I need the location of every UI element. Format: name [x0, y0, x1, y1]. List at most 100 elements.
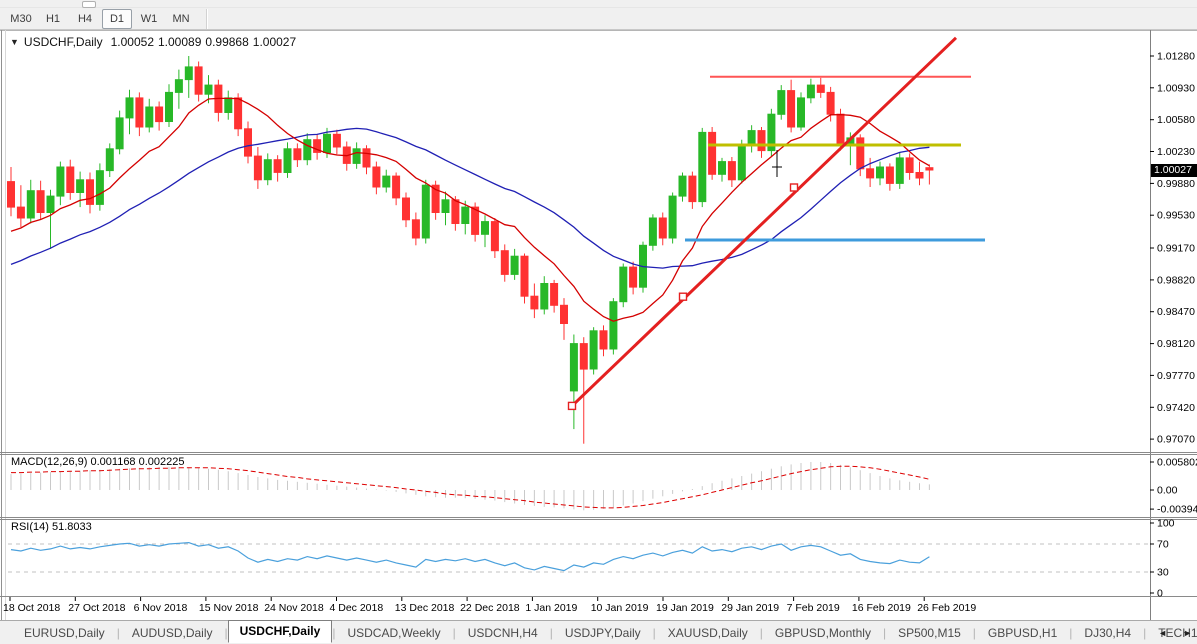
candle-body	[798, 98, 805, 127]
timeframe-button-mn[interactable]: MN	[166, 9, 196, 29]
price-axis-label: 0.99880	[1157, 178, 1195, 190]
candle-body	[96, 171, 103, 205]
chart-background	[0, 30, 1197, 620]
tab-scroll-left-icon[interactable]: ◄	[1158, 628, 1167, 638]
candle-body	[136, 98, 143, 127]
date-axis-label: 22 Dec 2018	[460, 602, 520, 614]
tab-usdchf-daily[interactable]: USDCHF,Daily	[228, 620, 333, 643]
date-axis-label: 1 Jan 2019	[525, 602, 577, 614]
candle-body	[393, 176, 400, 198]
candle-body	[926, 168, 933, 170]
candle-body	[264, 160, 271, 180]
candle-body	[679, 176, 686, 196]
toolbar-separator	[206, 9, 208, 29]
candle-body	[521, 256, 528, 296]
tab-eurusd-daily[interactable]: EURUSD,Daily	[12, 623, 117, 643]
timeframe-button-h1[interactable]: H1	[38, 9, 68, 29]
quote-high: 1.00089	[158, 35, 201, 49]
rsi-label: RSI(14) 51.8033	[11, 521, 92, 533]
timeframe-toolbar: M30H1H4D1W1MN	[0, 8, 1197, 30]
trendline-anchor[interactable]	[569, 402, 576, 409]
price-chart-canvas[interactable]: 1.012801.009301.005801.002300.998800.995…	[0, 0, 1197, 644]
candle-body	[531, 296, 538, 309]
candle-body	[738, 145, 745, 180]
tab-usdjpy-daily[interactable]: USDJPY,Daily	[553, 623, 653, 643]
date-axis-label: 26 Feb 2019	[917, 602, 976, 614]
candle-body	[156, 107, 163, 122]
candle-body	[659, 218, 666, 238]
candle-body	[896, 158, 903, 184]
symbol-dropdown-icon[interactable]: ▼	[10, 37, 19, 47]
date-axis-label: 19 Jan 2019	[656, 602, 714, 614]
date-axis-label: 27 Oct 2018	[68, 602, 125, 614]
tab-dj30-h4[interactable]: DJ30,H4	[1072, 623, 1143, 643]
timeframe-button-d1[interactable]: D1	[102, 9, 132, 29]
candle-body	[709, 132, 716, 174]
price-axis-label: 1.01280	[1157, 51, 1195, 63]
macd-label: MACD(12,26,9) 0.001168 0.002225	[11, 456, 185, 468]
tab-usdcad-weekly[interactable]: USDCAD,Weekly	[335, 623, 452, 643]
price-axis-label: 0.97770	[1157, 370, 1195, 382]
tab-gbpusd-h1[interactable]: GBPUSD,H1	[976, 623, 1069, 643]
candle-body	[837, 114, 844, 143]
candle-body	[689, 176, 696, 202]
tab-gbpusd-monthly[interactable]: GBPUSD,Monthly	[763, 623, 883, 643]
tab-xauusd-daily[interactable]: XAUUSD,Daily	[656, 623, 760, 643]
candle-body	[185, 67, 192, 80]
candle-body	[877, 167, 884, 178]
price-axis-label: 0.97070	[1157, 434, 1195, 446]
candle-body	[482, 222, 489, 235]
candle-body	[166, 92, 173, 121]
candle-body	[719, 162, 726, 175]
chart-tab-bar: EURUSD,Daily|AUDUSD,Daily|USDCHF,Daily|U…	[0, 620, 1197, 644]
candle-body	[57, 167, 64, 196]
price-axis-label: 1.00580	[1157, 114, 1195, 126]
timeframe-button-m30[interactable]: M30	[6, 9, 36, 29]
candle-body	[748, 131, 755, 146]
candle-body	[511, 256, 518, 274]
candle-body	[699, 132, 706, 201]
tab-usdcnh-h4[interactable]: USDCNH,H4	[456, 623, 550, 643]
timeframe-button-w1[interactable]: W1	[134, 9, 164, 29]
tab-scroll-arrows: ◄ ►	[1158, 628, 1192, 638]
tab-scroll-right-icon[interactable]: ►	[1183, 628, 1192, 638]
candle-body	[491, 222, 498, 251]
date-axis-label: 29 Jan 2019	[721, 602, 779, 614]
candle-body	[412, 220, 419, 238]
date-axis-label: 18 Oct 2018	[3, 602, 60, 614]
candle-body	[758, 131, 765, 151]
tab-sp500-m15[interactable]: SP500,M15	[886, 623, 973, 643]
macd-axis-label: 0.005802	[1157, 457, 1197, 469]
tab-audusd-daily[interactable]: AUDUSD,Daily	[120, 623, 225, 643]
candle-body	[403, 198, 410, 220]
macd-axis-label: -0.003945	[1157, 504, 1197, 516]
candle-body	[867, 169, 874, 178]
candle-body	[630, 267, 637, 287]
candle-body	[284, 149, 291, 173]
trendline-anchor[interactable]	[680, 293, 687, 300]
candle-body	[817, 85, 824, 92]
candle-body	[8, 182, 15, 208]
quote-open: 1.00052	[111, 35, 154, 49]
candle-body	[452, 200, 459, 224]
candle-body	[77, 180, 84, 193]
candle-body	[205, 85, 212, 94]
candle-body	[116, 118, 123, 149]
candle-body	[669, 196, 676, 238]
trendline-anchor[interactable]	[791, 184, 798, 191]
timeframe-button-h4[interactable]: H4	[70, 9, 100, 29]
price-axis-label: 1.00930	[1157, 82, 1195, 94]
candle-body	[146, 107, 153, 127]
date-axis-label: 6 Nov 2018	[134, 602, 188, 614]
price-axis-label: 0.99170	[1157, 243, 1195, 255]
rsi-value: 51.8033	[52, 521, 92, 533]
candle-body	[857, 138, 864, 169]
candle-body	[590, 331, 597, 369]
candle-body	[827, 92, 834, 114]
candle-body	[37, 191, 44, 213]
candle-body	[126, 98, 133, 118]
macd-value: 0.001168	[90, 456, 135, 468]
price-axis-label: 1.00230	[1157, 146, 1195, 158]
candle-body	[561, 305, 568, 323]
date-axis-label: 24 Nov 2018	[264, 602, 324, 614]
